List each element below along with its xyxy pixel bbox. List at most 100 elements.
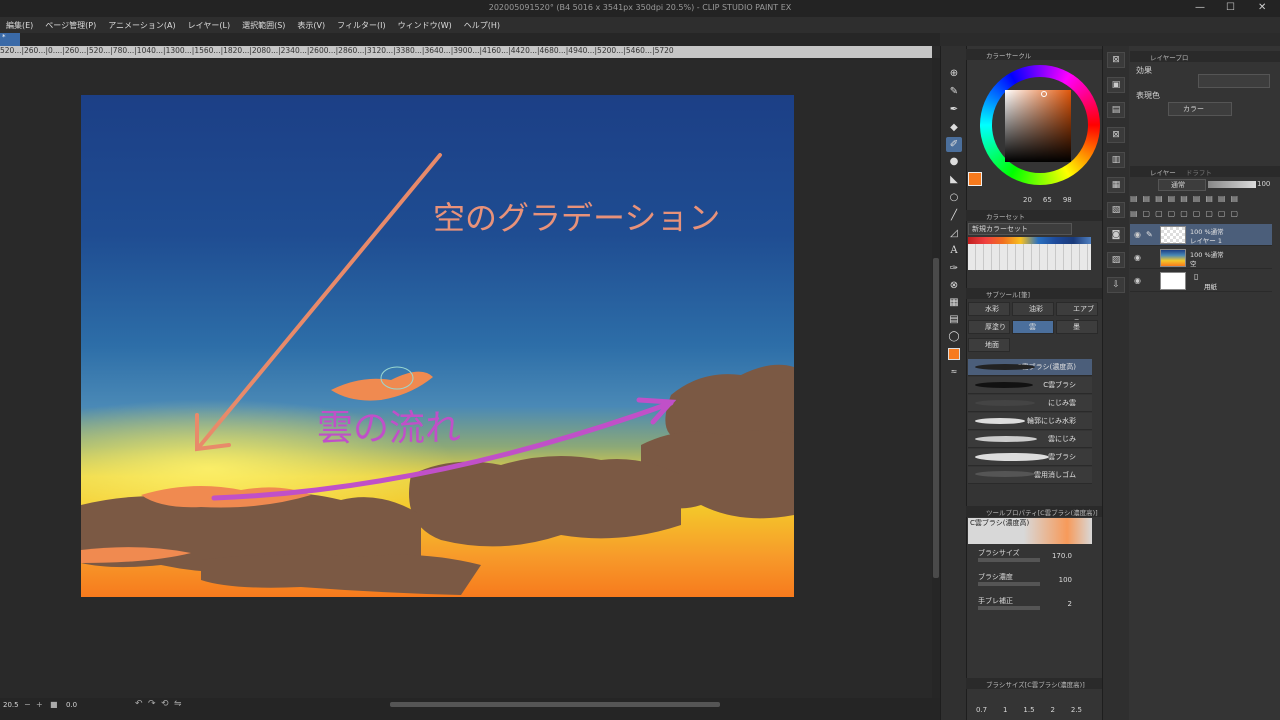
- camera-icon[interactable]: ◙: [1107, 227, 1125, 243]
- brush-preview: [975, 418, 1025, 424]
- colorset-grid[interactable]: [968, 237, 1091, 270]
- zoom-tool-icon[interactable]: ⊕: [946, 66, 962, 81]
- current-color-swatch[interactable]: [968, 172, 982, 186]
- menu-animation[interactable]: アニメーション(A): [108, 20, 175, 31]
- rotate-right-icon[interactable]: ↷: [148, 699, 156, 709]
- vertical-scrollbar[interactable]: [932, 58, 940, 698]
- stabilization-value[interactable]: 2: [1040, 600, 1072, 608]
- fit-icon[interactable]: ■: [50, 700, 58, 709]
- menu-filter[interactable]: フィルター(I): [337, 20, 385, 31]
- flip-icon[interactable]: ⇋: [174, 699, 182, 709]
- gradient-tool-icon[interactable]: ▦: [946, 295, 962, 310]
- menu-edit[interactable]: 編集(E): [6, 20, 33, 31]
- menu-selection[interactable]: 選択範囲(S): [242, 20, 285, 31]
- maximize-button[interactable]: ☐: [1226, 2, 1235, 13]
- stabilization-slider[interactable]: [978, 606, 1040, 610]
- export-icon[interactable]: ⇩: [1107, 277, 1125, 293]
- pen-tool-icon[interactable]: ✒: [946, 102, 962, 117]
- saturation-value[interactable]: 65: [1043, 196, 1052, 204]
- opacity-value[interactable]: 100: [1257, 180, 1270, 188]
- colorset-select[interactable]: 新規カラーセット: [968, 223, 1072, 235]
- brushsize-preset[interactable]: 2: [1050, 706, 1054, 714]
- brush-size-slider[interactable]: [978, 558, 1040, 562]
- layer-row[interactable]: ◉ ▯ 用紙: [1130, 270, 1272, 292]
- toolprop-title: ツールプロパティ[C雲ブラシ(濃度高)]: [986, 508, 1098, 517]
- eye-icon[interactable]: ◉: [1134, 276, 1141, 285]
- vertical-scroll-thumb[interactable]: [933, 258, 939, 578]
- subtool-tab-ground[interactable]: 地面: [968, 338, 1010, 352]
- zoom-out-icon[interactable]: −: [24, 700, 31, 709]
- zoom-in-icon[interactable]: +: [36, 700, 43, 709]
- subtool-tab-cloud[interactable]: 雲: [1012, 320, 1054, 334]
- subtool-tab-oil[interactable]: 油彩: [1012, 302, 1054, 316]
- animation-icon[interactable]: ▨: [1107, 252, 1125, 268]
- brushsize-preset[interactable]: 1: [1003, 706, 1007, 714]
- rotate-left-icon[interactable]: ↶: [135, 699, 143, 709]
- expression-color-select[interactable]: カラー: [1168, 102, 1232, 116]
- fill-tool-icon[interactable]: ◣: [946, 172, 962, 187]
- brush-size-value[interactable]: 170.0: [1040, 552, 1072, 560]
- toolprop-header: ツールプロパティ[C雲ブラシ(濃度高)]: [966, 506, 1102, 517]
- document-tab[interactable]: *: [0, 33, 20, 46]
- figure-tool-icon[interactable]: ○: [946, 190, 962, 205]
- layer-toolbar-icons[interactable]: ▤▤▤▤▤▤▤▤▤: [1130, 194, 1278, 206]
- text-tool-icon[interactable]: A: [946, 243, 962, 258]
- 3d-tool-icon[interactable]: ⊗: [946, 278, 962, 293]
- eye-icon[interactable]: ◉: [1134, 253, 1141, 262]
- hue-value[interactable]: 20: [1023, 196, 1032, 204]
- navigator-icon[interactable]: ⊠: [1107, 52, 1125, 68]
- angle-value[interactable]: 0.0: [66, 701, 77, 709]
- layer-row[interactable]: ◉ ✎ 100 %通常 レイヤー 1: [1130, 224, 1272, 246]
- opacity-slider[interactable]: [1208, 181, 1256, 188]
- sv-picker[interactable]: [1041, 91, 1047, 97]
- blend-tool-icon[interactable]: ●: [946, 154, 962, 169]
- canvas-artwork[interactable]: 空のグラデーション 雲の流れ: [81, 95, 794, 597]
- layer-row[interactable]: ◉ 100 %通常 空: [1130, 247, 1272, 269]
- menu-layer[interactable]: レイヤー(L): [188, 20, 230, 31]
- reset-rotation-icon[interactable]: ⟲: [161, 699, 169, 709]
- brushsize-preset[interactable]: 0.7: [976, 706, 987, 714]
- sketch-icon[interactable]: ▧: [1107, 202, 1125, 218]
- eraser-tool-icon[interactable]: ◆: [946, 120, 962, 135]
- layerprop-tab[interactable]: レイヤープロ: [1150, 52, 1188, 62]
- brightness-value[interactable]: 98: [1063, 196, 1072, 204]
- menu-view[interactable]: 表示(V): [297, 20, 325, 31]
- subtool-tab-thick[interactable]: 厚塗り: [968, 320, 1010, 334]
- history-icon[interactable]: ⊠: [1107, 127, 1125, 143]
- zoom-value[interactable]: 20.5: [3, 701, 19, 709]
- eye-icon[interactable]: ◉: [1134, 230, 1141, 239]
- material-icon[interactable]: ▦: [1107, 177, 1125, 193]
- info-icon[interactable]: ▤: [1107, 102, 1125, 118]
- blend-mode-select[interactable]: 通常: [1158, 179, 1206, 191]
- brush-density-slider[interactable]: [978, 582, 1040, 586]
- close-button[interactable]: ✕: [1258, 2, 1266, 13]
- eyedropper-tool-icon[interactable]: ✎: [946, 84, 962, 99]
- menu-page[interactable]: ページ管理(P): [45, 20, 96, 31]
- balloon-tool-icon[interactable]: ✑: [946, 261, 962, 276]
- layer-search-icon[interactable]: ▥: [1107, 152, 1125, 168]
- effects-label: 効果: [1136, 66, 1152, 75]
- ruler-tool-icon[interactable]: ◿: [946, 226, 962, 241]
- brushsize-preset[interactable]: 1.5: [1023, 706, 1034, 714]
- frame-tool-icon[interactable]: ▤: [946, 312, 962, 327]
- brushsize-preset[interactable]: 2.5: [1071, 706, 1082, 714]
- lasso-tool-icon[interactable]: ◯: [946, 329, 962, 344]
- menu-window[interactable]: ウィンドウ(W): [398, 20, 452, 31]
- layer-tab[interactable]: レイヤー: [1150, 167, 1176, 177]
- layer-toolbar-icons-2[interactable]: ▤▢▢▢▢▢▢▢▢: [1130, 209, 1278, 221]
- subtool-tab-ink[interactable]: 墨: [1056, 320, 1098, 334]
- effects-buttons[interactable]: [1198, 74, 1270, 88]
- subtool-tab-airbrush[interactable]: エアブラ: [1056, 302, 1098, 326]
- minimize-button[interactable]: —: [1195, 2, 1205, 13]
- draft-tab[interactable]: ドラフト: [1186, 167, 1212, 177]
- line-tool-icon[interactable]: ╱: [946, 208, 962, 223]
- brush-tool-icon[interactable]: ✐: [946, 137, 962, 152]
- main-color-swatch[interactable]: [946, 346, 962, 361]
- subview-icon[interactable]: ▣: [1107, 77, 1125, 93]
- subtool-tab-watercolor[interactable]: 水彩: [968, 302, 1010, 316]
- brush-density-value[interactable]: 100: [1040, 576, 1072, 584]
- horizontal-scroll-thumb[interactable]: [390, 702, 720, 707]
- saturation-value-square[interactable]: [1005, 90, 1071, 162]
- menu-help[interactable]: ヘルプ(H): [464, 20, 500, 31]
- transparent-color-icon[interactable]: ≈: [946, 364, 962, 379]
